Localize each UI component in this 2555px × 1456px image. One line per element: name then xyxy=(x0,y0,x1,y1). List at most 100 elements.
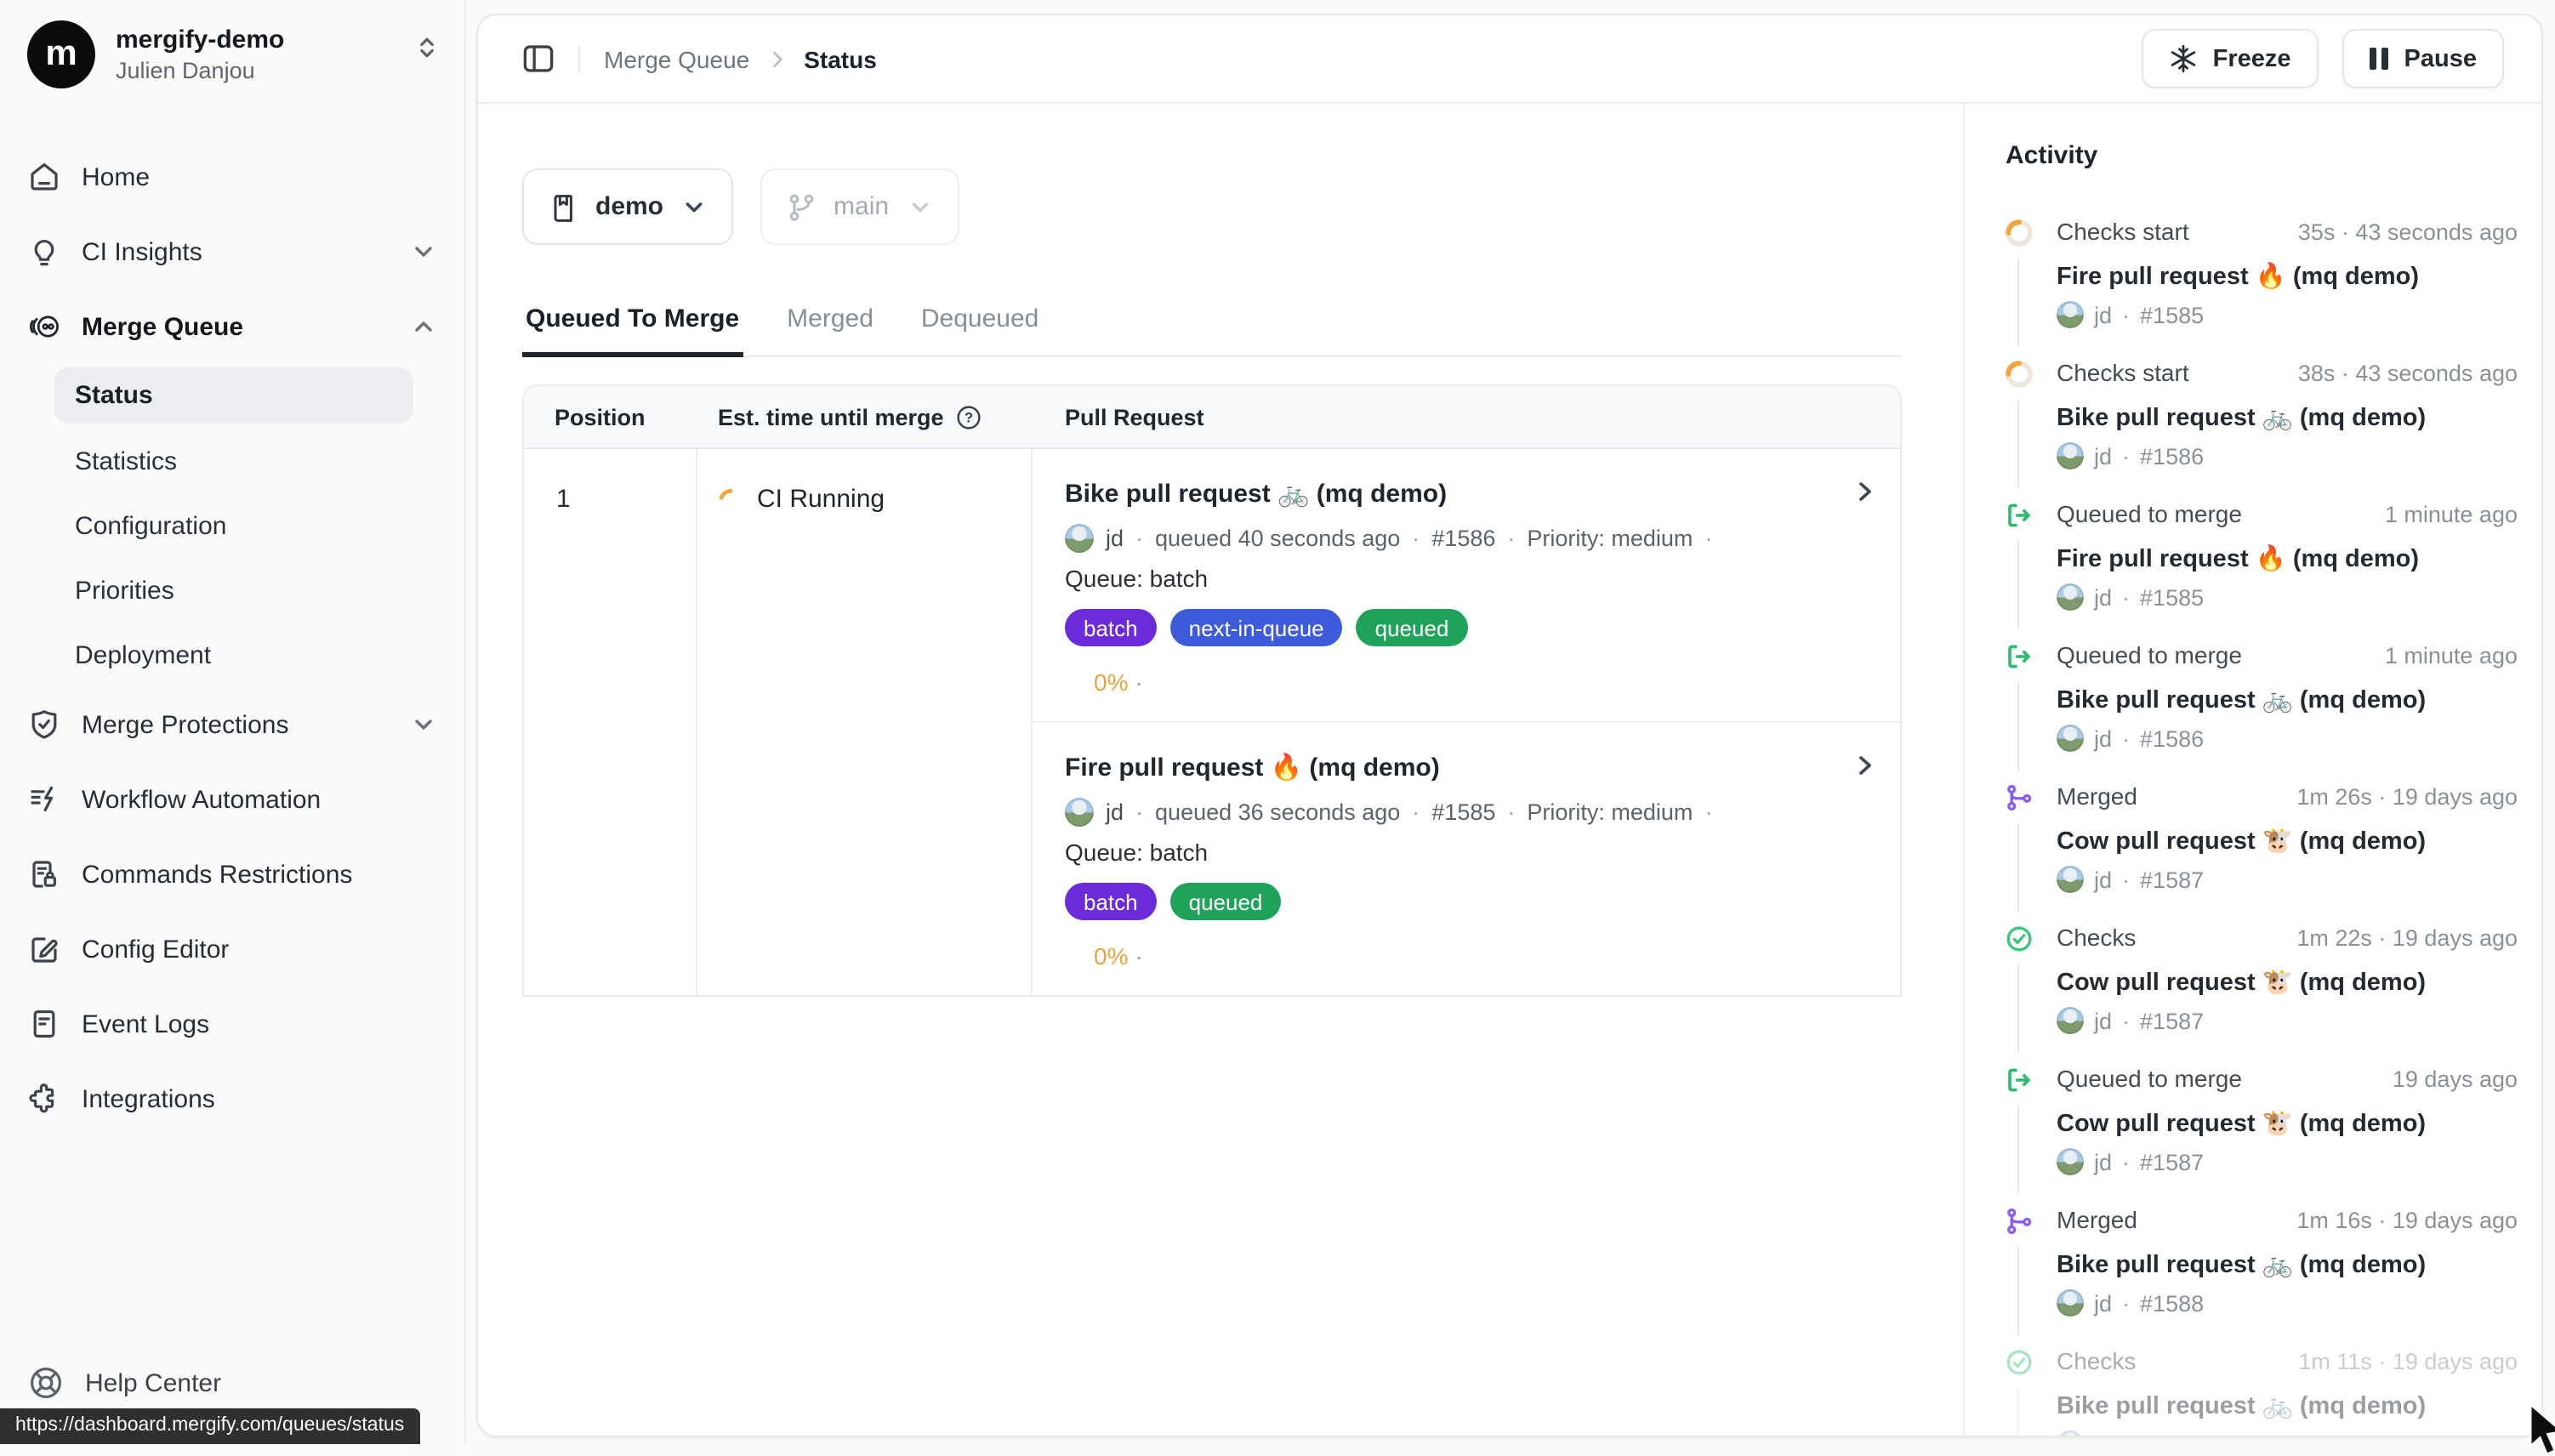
queue-row: 1 CI Running Bike pull request 🚲 (mq dem… xyxy=(524,449,1900,995)
expand-chevron-icon[interactable] xyxy=(1851,478,1878,514)
separator-dot: · xyxy=(2122,1008,2130,1033)
sidebar-item-label: Merge Queue xyxy=(82,312,390,341)
activity-pr-title[interactable]: Cow pull request 🐮 (mq demo) xyxy=(2057,968,2518,997)
branch-select[interactable]: main xyxy=(760,168,959,245)
home-icon xyxy=(27,160,61,194)
activity-pr-title[interactable]: Cow pull request 🐮 (mq demo) xyxy=(2057,1109,2518,1138)
activity-time: 1m 16s · 19 days ago xyxy=(2296,1208,2518,1233)
pr-author: jd xyxy=(1106,526,1124,551)
sidebar-item-integrations[interactable]: Integrations xyxy=(0,1061,464,1136)
tab-queued-to-merge[interactable]: Queued To Merge xyxy=(522,304,743,357)
activity-author: jd xyxy=(2094,1149,2112,1174)
sidebar-item-home[interactable]: Home xyxy=(0,139,464,214)
edit-square-icon xyxy=(27,932,61,966)
activity-time: 1m 26s · 19 days ago xyxy=(2296,784,2518,810)
check-circle-icon xyxy=(2006,1349,2033,1376)
badge-next-in-queue: next-in-queue xyxy=(1170,609,1343,646)
spinner-icon xyxy=(2006,219,2033,247)
activity-pr-number: #1587 xyxy=(2140,1149,2204,1174)
queued-to-merge-icon xyxy=(2006,502,2033,529)
activity-time: 1 minute ago xyxy=(2385,502,2518,527)
activity-item[interactable]: Checks start38s · 43 seconds ago Bike pu… xyxy=(2006,359,2518,500)
avatar xyxy=(2057,725,2084,752)
repository-select[interactable]: demo xyxy=(522,168,733,245)
activity-author: jd xyxy=(2094,867,2112,892)
pr-title[interactable]: Fire pull request 🔥 (mq demo) xyxy=(1065,750,1832,786)
activity-item[interactable]: Merged1m 26s · 19 days ago Cow pull requ… xyxy=(2006,782,2518,924)
sidebar-item-statistics[interactable]: Statistics xyxy=(0,429,464,493)
freeze-button[interactable]: Freeze xyxy=(2142,29,2319,88)
sidebar-item-merge-queue[interactable]: Merge Queue xyxy=(0,289,464,364)
activity-pr-title[interactable]: Bike pull request 🚲 (mq demo) xyxy=(2057,403,2518,432)
sidebar-item-deployment[interactable]: Deployment xyxy=(0,623,464,687)
pr-meta: jd · queued 36 seconds ago · #1585 · Pri… xyxy=(1065,798,1832,827)
pr-title[interactable]: Bike pull request 🚲 (mq demo) xyxy=(1065,476,1832,512)
activity-item[interactable]: Queued to merge1 minute ago Bike pull re… xyxy=(2006,641,2518,782)
sidebar-item-ci-insights[interactable]: CI Insights xyxy=(0,214,464,289)
activity-pr-number: #1588 xyxy=(2140,1431,2204,1436)
pr-badges: batch queued xyxy=(1065,883,1832,920)
activity-item[interactable]: Merged1m 16s · 19 days ago Bike pull req… xyxy=(2006,1206,2518,1347)
tab-dequeued[interactable]: Dequeued xyxy=(918,304,1042,355)
activity-pr-title[interactable]: Fire pull request 🔥 (mq demo) xyxy=(2057,262,2518,291)
repository-value: demo xyxy=(595,192,663,221)
lifebuoy-icon xyxy=(27,1364,65,1402)
sidebar-item-config-editor[interactable]: Config Editor xyxy=(0,912,464,987)
activity-pr-title[interactable]: Bike pull request 🚲 (mq demo) xyxy=(2057,685,2518,714)
activity-time: 38s · 43 seconds ago xyxy=(2298,361,2518,386)
activity-meta: jd·#1585 xyxy=(2057,301,2518,328)
sidebar-item-merge-protections[interactable]: Merge Protections xyxy=(0,687,464,762)
chevron-up-down-icon[interactable] xyxy=(413,34,441,70)
pr-queued-time: queued 36 seconds ago xyxy=(1155,799,1400,825)
queue-tabs: Queued To Merge Merged Dequeued xyxy=(522,304,1902,357)
activity-pr-title[interactable]: Bike pull request 🚲 (mq demo) xyxy=(2057,1250,2518,1279)
activity-item[interactable]: Queued to merge19 days ago Cow pull requ… xyxy=(2006,1065,2518,1206)
activity-label: Merged xyxy=(2057,1206,2296,1233)
avatar xyxy=(2057,301,2084,328)
activity-pr-title[interactable]: Fire pull request 🔥 (mq demo) xyxy=(2057,544,2518,573)
separator-dot: · xyxy=(2122,443,2130,469)
pr-number: #1586 xyxy=(1431,526,1495,551)
activity-item[interactable]: Queued to merge1 minute ago Fire pull re… xyxy=(2006,500,2518,641)
activity-pr-title[interactable]: Cow pull request 🐮 (mq demo) xyxy=(2057,827,2518,856)
help-center-link[interactable]: Help Center xyxy=(0,1349,466,1417)
breadcrumb-parent[interactable]: Merge Queue xyxy=(604,45,749,72)
activity-pr-title[interactable]: Bike pull request 🚲 (mq demo) xyxy=(2057,1391,2518,1420)
expand-chevron-icon[interactable] xyxy=(1851,752,1878,788)
sidebar-item-configuration[interactable]: Configuration xyxy=(0,493,464,558)
activity-item[interactable]: Checks1m 11s · 19 days ago Bike pull req… xyxy=(2006,1347,2518,1436)
activity-time: 1m 22s · 19 days ago xyxy=(2296,925,2518,951)
card-body: demo main Queued To Merge Merged Dequeue… xyxy=(478,104,2541,1436)
sidebar-item-label: Workflow Automation xyxy=(82,785,437,814)
sidebar-item-workflow-automation[interactable]: Workflow Automation xyxy=(0,762,464,837)
activity-meta: jd·#1585 xyxy=(2057,583,2518,611)
sidebar-toggle-button[interactable] xyxy=(522,43,555,75)
tab-merged[interactable]: Merged xyxy=(783,304,877,355)
help-circle-icon[interactable]: ? xyxy=(956,404,982,429)
pause-icon xyxy=(2370,48,2389,70)
pause-button[interactable]: Pause xyxy=(2342,29,2504,88)
separator-dot: · xyxy=(2122,584,2130,610)
breadcrumb-chevron-icon xyxy=(765,47,788,71)
lightbulb-icon xyxy=(27,235,61,269)
timeline-rail xyxy=(2017,964,2019,1053)
separator-dot: · xyxy=(1507,799,1515,825)
org-switcher[interactable]: m mergify-demo Julien Danjou xyxy=(0,0,464,109)
activity-item[interactable]: Checks start35s · 43 seconds ago Fire pu… xyxy=(2006,218,2518,359)
pull-request-entry[interactable]: Bike pull request 🚲 (mq demo) jd · queue… xyxy=(1033,449,1900,721)
panel-left-icon xyxy=(522,43,555,75)
badge-queued: queued xyxy=(1170,883,1282,920)
separator-dot: · xyxy=(2122,302,2130,327)
activity-item[interactable]: Checks1m 22s · 19 days ago Cow pull requ… xyxy=(2006,924,2518,1065)
activity-meta: jd·#1587 xyxy=(2057,866,2518,893)
sidebar-item-commands-restrictions[interactable]: Commands Restrictions xyxy=(0,837,464,912)
activity-label: Queued to merge xyxy=(2057,641,2385,668)
sidebar-item-priorities[interactable]: Priorities xyxy=(0,558,464,623)
activity-meta: jd·#1586 xyxy=(2057,725,2518,752)
sidebar-item-status[interactable]: Status xyxy=(54,367,413,424)
sidebar-item-event-logs[interactable]: Event Logs xyxy=(0,987,464,1061)
workflow-bolt-icon xyxy=(27,782,61,816)
pull-request-entry[interactable]: Fire pull request 🔥 (mq demo) jd · queue… xyxy=(1033,721,1900,995)
activity-label: Queued to merge xyxy=(2057,500,2385,527)
sidebar: m mergify-demo Julien Danjou Home CI Ins… xyxy=(0,0,466,1444)
